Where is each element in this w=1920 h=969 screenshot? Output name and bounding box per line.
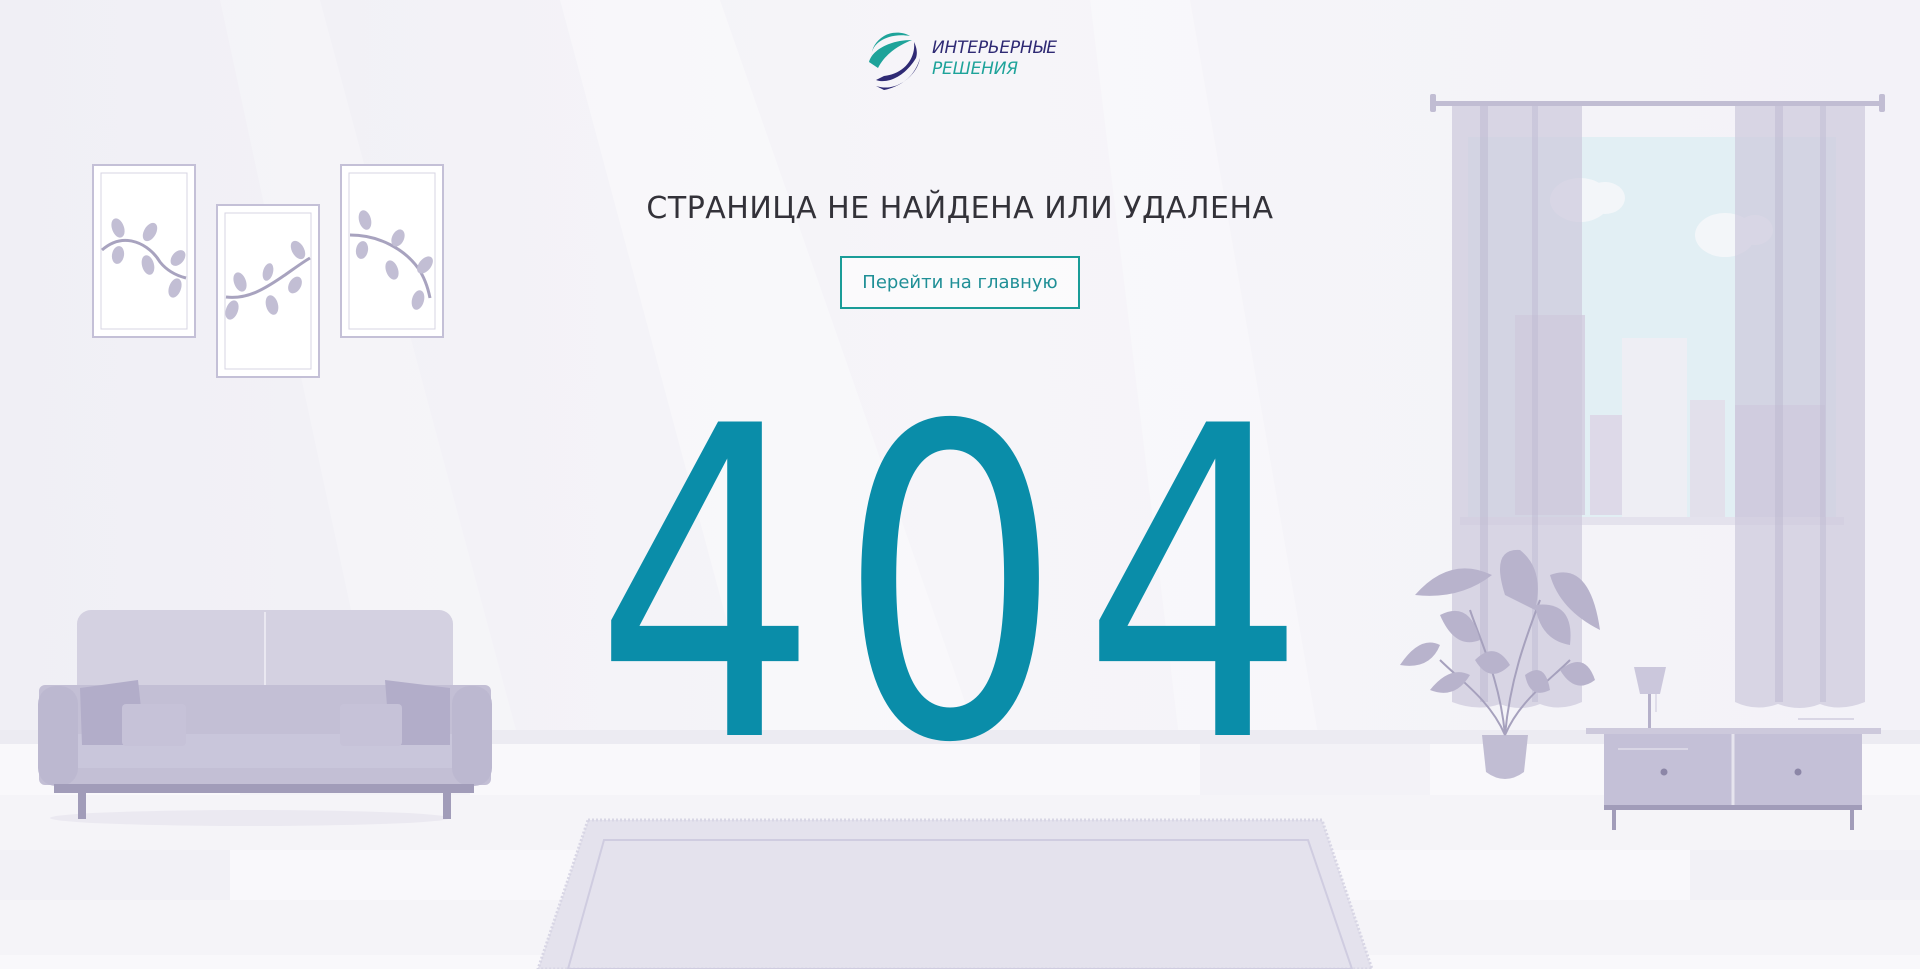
brand-logo[interactable]: ИНТЕРЬЕРНЫЕ РЕШЕНИЯ	[864, 28, 1064, 96]
brand-name-line1: ИНТЕРЬЕРНЫЕ	[932, 38, 1057, 58]
wall-frame	[216, 204, 320, 378]
logo-mark-icon	[869, 32, 920, 90]
page-title: СТРАНИЦА НЕ НАЙДЕНА ИЛИ УДАЛЕНА	[646, 191, 1274, 226]
error-code: 404	[593, 337, 1327, 837]
brand-name-line2: РЕШЕНИЯ	[932, 59, 1018, 79]
rug	[536, 818, 1374, 969]
page: ИНТЕРЬЕРНЫЕ РЕШЕНИЯ СТРАНИЦА НЕ НАЙДЕНА …	[0, 0, 1920, 969]
floor-tile	[1690, 850, 1920, 900]
home-button[interactable]: Перейти на главную	[840, 256, 1080, 309]
floor-tile	[0, 850, 230, 900]
